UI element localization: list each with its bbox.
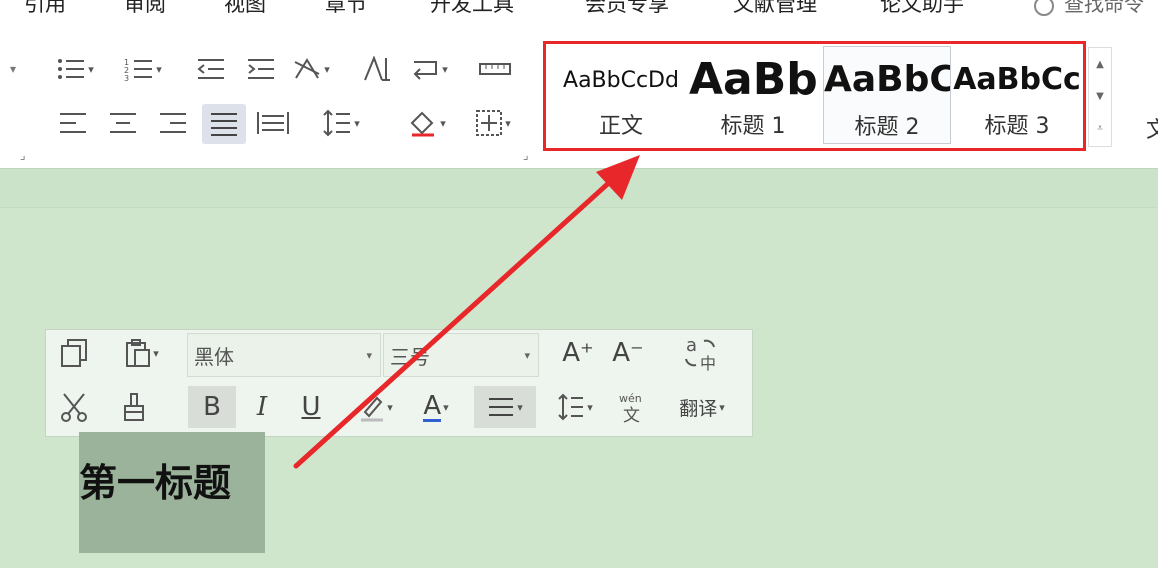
annotation-arrow [293, 155, 640, 469]
